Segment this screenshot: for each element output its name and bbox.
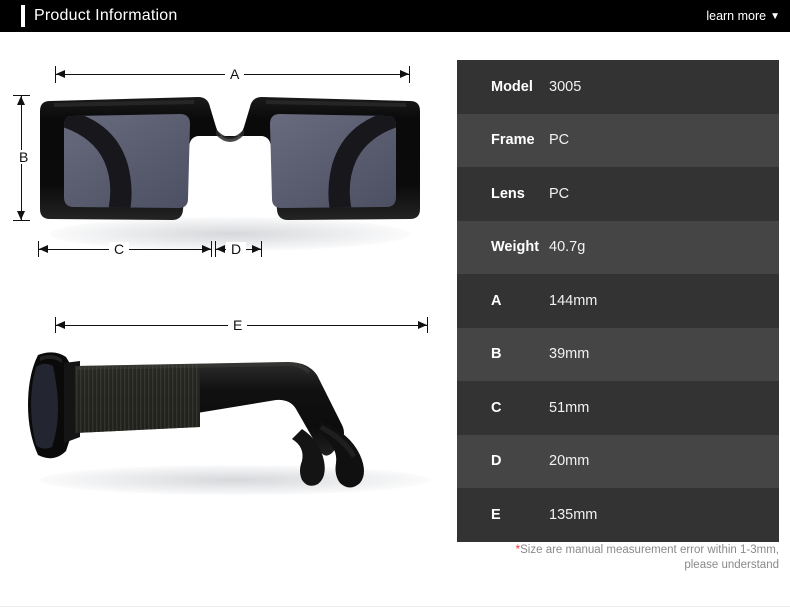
table-row: Lens PC <box>457 167 779 221</box>
header-accent-bar <box>21 5 25 27</box>
spec-value: 40.7g <box>549 239 586 256</box>
spec-value: 135mm <box>549 506 598 523</box>
product-diagram-panel: A B C D E <box>0 32 452 606</box>
page-header: Product Information learn more ▼ <box>0 0 790 32</box>
spec-value: PC <box>549 185 570 202</box>
dimension-a-label: A <box>225 67 245 81</box>
spec-key: C <box>491 399 502 416</box>
learn-more-button[interactable]: learn more ▼ <box>706 0 780 32</box>
sunglasses-front-view-image <box>30 87 430 251</box>
table-row: Model 3005 <box>457 60 779 114</box>
spec-key: Lens <box>491 185 525 202</box>
chevron-down-icon: ▼ <box>770 11 780 22</box>
dimension-c-label: C <box>109 242 130 256</box>
learn-more-label: learn more <box>706 9 767 23</box>
spec-value: 39mm <box>549 346 590 363</box>
spec-key: B <box>491 346 502 363</box>
table-row: C 51mm <box>457 381 779 435</box>
spec-key: D <box>491 453 502 470</box>
measurement-disclaimer: *Size are manual measurement error withi… <box>457 543 779 573</box>
table-row: A 144mm <box>457 274 779 328</box>
spec-key: E <box>491 506 501 523</box>
table-row: Frame PC <box>457 113 779 167</box>
spec-key: Model <box>491 78 533 95</box>
spec-value: 20mm <box>549 453 590 470</box>
spec-key: Frame <box>491 132 535 149</box>
sunglasses-side-view-image <box>20 337 450 502</box>
spec-value: PC <box>549 132 570 149</box>
table-row: D 20mm <box>457 434 779 488</box>
table-row: E 135mm <box>457 488 779 542</box>
spec-key: Weight <box>491 239 540 256</box>
spec-value: 144mm <box>549 292 598 309</box>
specification-table: Model 3005 Frame PC Lens PC Weight 40.7g… <box>457 60 779 542</box>
dimension-d-label: D <box>226 242 247 256</box>
disclaimer-line-1: Size are manual measurement error within… <box>520 544 779 556</box>
disclaimer-line-2: please understand <box>684 559 779 571</box>
table-row: B 39mm <box>457 327 779 381</box>
spec-key: A <box>491 292 502 309</box>
spec-value: 51mm <box>549 399 590 416</box>
table-row: Weight 40.7g <box>457 220 779 274</box>
product-information-page: Product Information learn more ▼ A B C D… <box>0 0 790 607</box>
dimension-e-label: E <box>228 318 248 332</box>
spec-value: 3005 <box>549 78 582 95</box>
page-title: Product Information <box>34 7 178 24</box>
